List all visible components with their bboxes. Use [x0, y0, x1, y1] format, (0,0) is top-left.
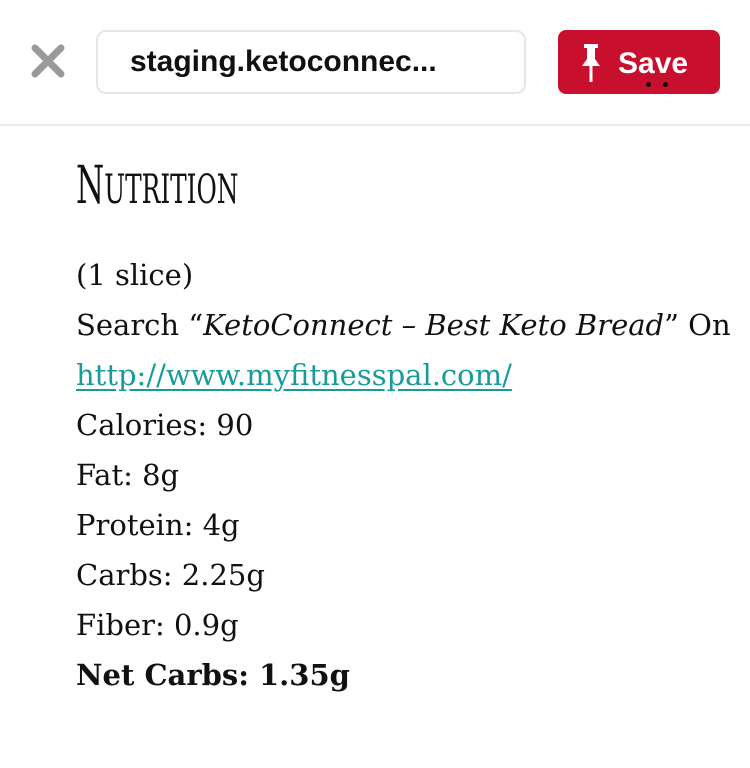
myfitnesspal-link-line: http://www.myfitnesspal.com/ — [76, 350, 716, 400]
search-term: KetoConnect – Best Keto Bread — [203, 308, 665, 342]
fiber: Fiber: 0.9g — [76, 608, 239, 642]
url-field[interactable]: staging.ketoconnec... — [96, 30, 526, 94]
nutrition-heading-text: NUTRITION — [76, 156, 239, 216]
fat: Fat: 8g — [76, 458, 180, 492]
close-button[interactable] — [27, 40, 69, 82]
more-dots-icon — [644, 82, 670, 92]
protein: Protein: 4g — [76, 508, 240, 542]
net-carbs: Net Carbs: 1.35g — [76, 658, 350, 692]
calories: Calories: 90 — [76, 408, 254, 442]
close-icon — [31, 44, 65, 78]
search-suffix: ” On — [664, 308, 731, 342]
carbs: Carbs: 2.25g — [76, 558, 265, 592]
nutrition-facts: (1 slice) Search “KetoConnect – Best Ket… — [76, 250, 731, 700]
top-bar: staging.ketoconnec... Save — [0, 0, 750, 126]
save-button[interactable]: Save — [558, 30, 720, 94]
nutrition-section: NUTRITION (1 slice) Search “KetoConnect … — [76, 150, 731, 700]
serving-size: (1 slice) — [76, 258, 194, 292]
nutrition-heading: NUTRITION — [76, 150, 473, 226]
search-instruction: Search “KetoConnect – Best Keto Bread” O… — [76, 300, 731, 350]
search-prefix: Search “ — [76, 308, 204, 342]
myfitnesspal-link[interactable]: http://www.myfitnesspal.com/ — [76, 358, 512, 392]
pin-icon — [582, 44, 600, 82]
